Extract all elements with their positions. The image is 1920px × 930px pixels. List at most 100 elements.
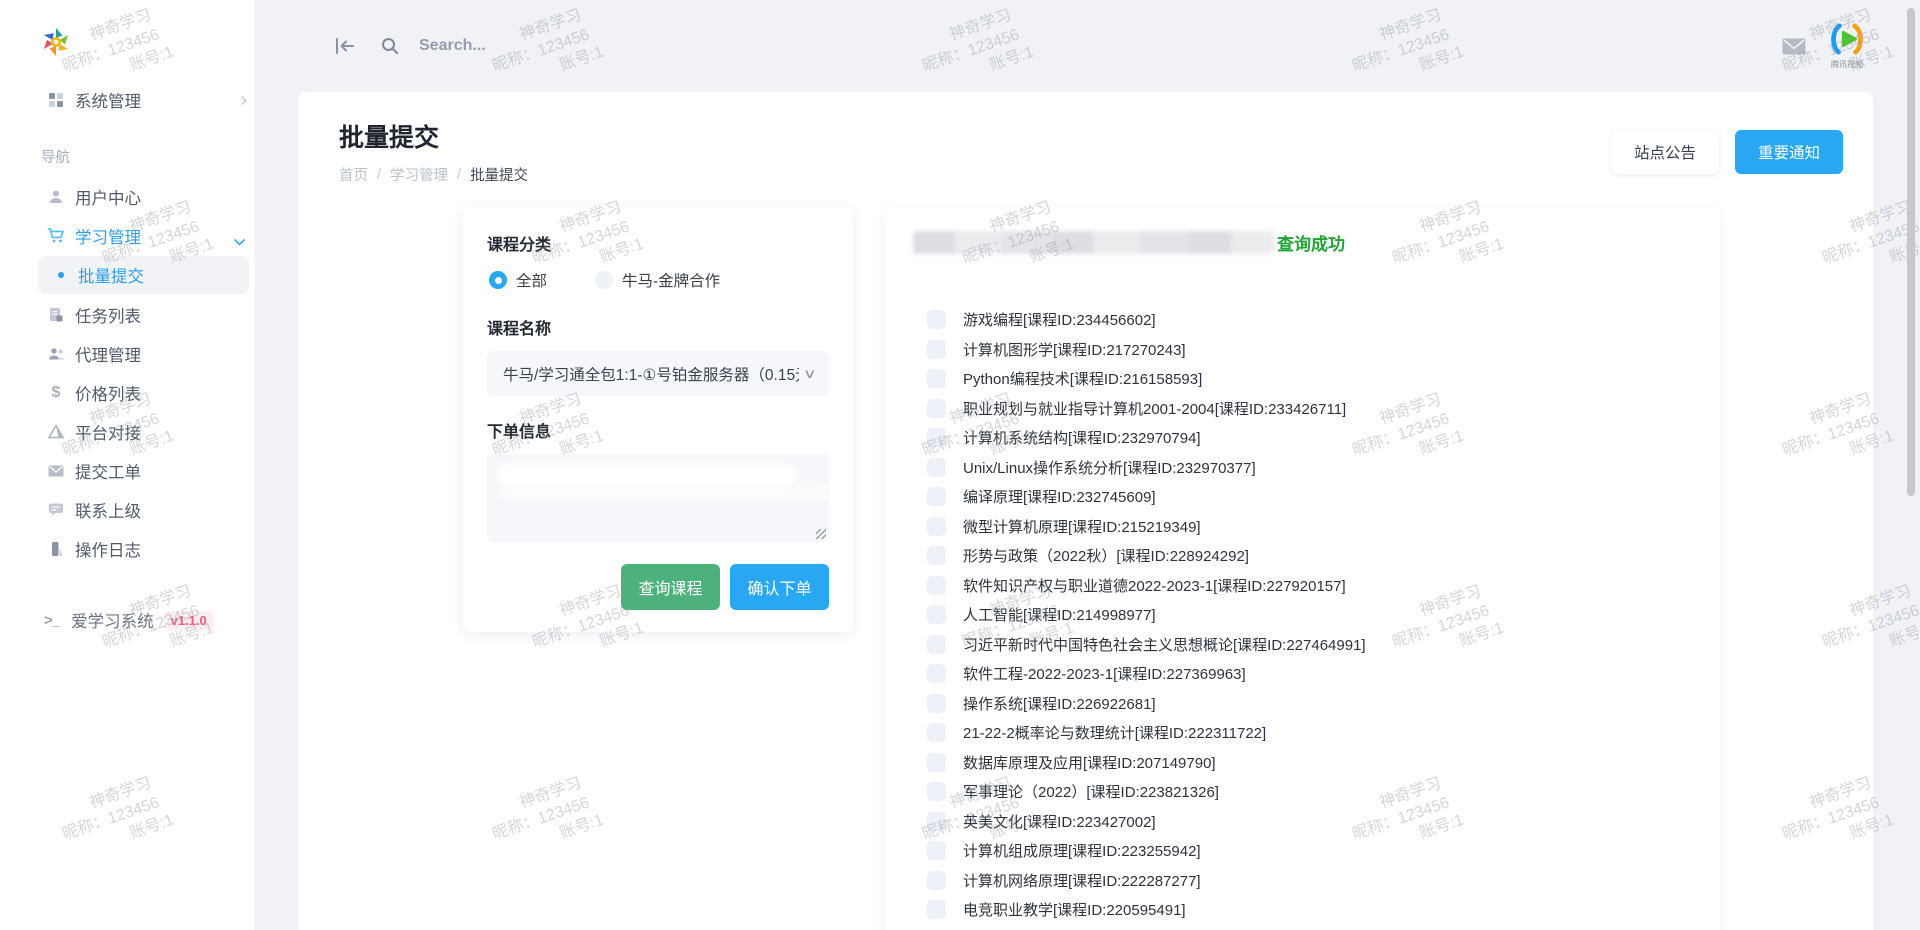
course-checkbox[interactable] <box>927 841 946 860</box>
course-checkbox[interactable] <box>927 487 946 506</box>
course-checkbox[interactable] <box>927 428 946 447</box>
radio-selected-icon <box>489 271 507 289</box>
sidebar-item-system-management[interactable]: 系统管理 › <box>0 80 255 120</box>
dollar-icon: $ <box>46 384 66 402</box>
course-label: 英美文化[课程ID:223427002] <box>963 811 1156 832</box>
course-checkbox[interactable] <box>927 635 946 654</box>
course-checkbox[interactable] <box>927 723 946 742</box>
query-courses-button[interactable]: 查询课程 <box>621 564 720 610</box>
course-checkbox[interactable] <box>927 605 946 624</box>
course-label: 编译原理[课程ID:232745609] <box>963 486 1156 507</box>
query-results-panel: 查询成功 游戏编程[课程ID:234456602] 计算机图形学[课程ID:21… <box>885 207 1720 930</box>
course-checkbox[interactable] <box>927 753 946 772</box>
tasks-icon <box>46 307 66 323</box>
breadcrumb-home[interactable]: 首页 <box>339 164 368 185</box>
sidebar-item-price-list[interactable]: $ 价格列表 <box>0 373 255 412</box>
vertical-scrollbar-thumb[interactable] <box>1907 8 1915 496</box>
sidebar-item-submit-ticket[interactable]: 提交工单 <box>0 451 255 490</box>
chevron-right-icon: › <box>240 90 247 110</box>
course-label: 计算机图形学[课程ID:217270243] <box>963 339 1186 360</box>
course-row: 编译原理[课程ID:232745609] <box>927 482 1686 512</box>
redacted-content <box>497 463 797 487</box>
course-checkbox[interactable] <box>927 546 946 565</box>
radio-label: 全部 <box>516 269 547 291</box>
redacted-query-info <box>913 231 1275 254</box>
sidebar-item-task-list[interactable]: 任务列表 <box>0 295 255 334</box>
sidebar-item-label: 系统管理 <box>75 88 141 112</box>
course-checkbox[interactable] <box>927 517 946 536</box>
breadcrumb-section[interactable]: 学习管理 <box>390 164 448 185</box>
sidebar-item-contact-superior[interactable]: 联系上级 <box>0 490 255 529</box>
resize-handle[interactable] <box>816 529 826 539</box>
order-form-panel: 课程分类 全部 牛马-金牌合作 课程名称 牛马/学习通全包1:1-① <box>463 207 853 632</box>
topbar: 腾讯视频 <box>255 0 1920 92</box>
course-label: 计算机组成原理[课程ID:223255942] <box>963 840 1201 861</box>
course-checkbox[interactable] <box>927 458 946 477</box>
tencent-video-icon <box>1830 23 1864 60</box>
category-label: 课程分类 <box>487 231 829 255</box>
course-row: 软件知识产权与职业道德2022-2023-1[课程ID:227920157] <box>927 571 1686 601</box>
radio-option-gold-partner[interactable]: 牛马-金牌合作 <box>595 269 720 291</box>
course-label: 习近平新时代中国特色社会主义思想概论[课程ID:227464991] <box>963 634 1366 655</box>
sidebar-item-platform-integration[interactable]: 平台对接 <box>0 412 255 451</box>
tencent-video-link[interactable]: 腾讯视频 <box>1830 23 1864 70</box>
course-row: 形势与政策（2022秋）[课程ID:228924292] <box>927 541 1686 571</box>
sidebar: 系统管理 › 导航 用户中心 <box>0 0 255 930</box>
course-checkbox[interactable] <box>927 399 946 418</box>
course-row: 计算机组成原理[课程ID:223255942] <box>927 836 1686 866</box>
redacted-content <box>501 486 829 500</box>
course-label: 军事理论（2022）[课程ID:223821326] <box>963 781 1219 802</box>
category-radio-group: 全部 牛马-金牌合作 <box>489 269 829 291</box>
site-announcement-button[interactable]: 站点公告 <box>1611 130 1719 174</box>
order-info-label: 下单信息 <box>487 418 829 442</box>
mail-icon[interactable] <box>1782 38 1806 55</box>
sidebar-item-label: 任务列表 <box>75 303 141 327</box>
cart-icon <box>46 227 66 244</box>
content-card: 批量提交 首页 / 学习管理 / 批量提交 站点公告 重要通知 <box>298 92 1873 930</box>
bullet-dot-icon <box>58 272 64 278</box>
course-checkbox[interactable] <box>927 576 946 595</box>
app-logo[interactable] <box>0 0 255 62</box>
form-buttons: 查询课程 确认下单 <box>487 564 829 610</box>
course-checkbox[interactable] <box>927 782 946 801</box>
sidebar-item-agent-management[interactable]: 代理管理 <box>0 334 255 373</box>
search-icon <box>381 37 399 55</box>
course-checkbox[interactable] <box>927 310 946 329</box>
user-icon <box>46 189 66 205</box>
course-label: Unix/Linux操作系统分析[课程ID:232970377] <box>963 457 1256 478</box>
course-checkbox[interactable] <box>927 340 946 359</box>
course-row: 计算机网络原理[课程ID:222287277] <box>927 866 1686 896</box>
course-select[interactable]: 牛马/学习通全包1:1-①号铂金服务器（0.15元 ∨ <box>487 351 829 396</box>
sidebar-item-user-center[interactable]: 用户中心 <box>0 177 255 216</box>
nav-section-label: 导航 <box>41 146 255 167</box>
course-label: 软件工程-2022-2023-1[课程ID:227369963] <box>963 663 1246 684</box>
collapse-sidebar-button[interactable] <box>335 38 355 54</box>
tencent-video-label: 腾讯视频 <box>1831 58 1863 69</box>
course-checkbox[interactable] <box>927 369 946 388</box>
sidebar-item-label: 代理管理 <box>75 342 141 366</box>
important-notice-button[interactable]: 重要通知 <box>1735 130 1843 174</box>
sidebar-item-label: 用户中心 <box>75 185 141 209</box>
chevron-down-icon: ∨ <box>804 366 817 382</box>
sidebar-item-label: 操作日志 <box>75 537 141 561</box>
course-row: 习近平新时代中国特色社会主义思想概论[课程ID:227464991] <box>927 630 1686 660</box>
sidebar-item-operation-logs[interactable]: 操作日志 <box>0 529 255 568</box>
course-row: 操作系统[课程ID:226922681] <box>927 689 1686 719</box>
course-label: 微型计算机原理[课程ID:215219349] <box>963 516 1201 537</box>
query-status-text: 查询成功 <box>1277 230 1345 255</box>
app-root: 系统管理 › 导航 用户中心 <box>0 0 1920 930</box>
confirm-order-button[interactable]: 确认下单 <box>730 564 829 610</box>
course-checkbox[interactable] <box>927 900 946 919</box>
course-checkbox[interactable] <box>927 812 946 831</box>
course-label: 操作系统[课程ID:226922681] <box>963 693 1156 714</box>
order-info-textarea[interactable] <box>487 454 829 542</box>
course-label: 电竞职业教学[课程ID:220595491] <box>963 899 1186 920</box>
course-checkbox[interactable] <box>927 871 946 890</box>
course-checkbox[interactable] <box>927 664 946 683</box>
search-input[interactable] <box>419 37 739 55</box>
course-checkbox[interactable] <box>927 694 946 713</box>
radio-option-all[interactable]: 全部 <box>489 269 547 291</box>
app-system-name: 爱学习系统 <box>71 608 154 632</box>
sidebar-item-batch-submit[interactable]: 批量提交 <box>38 256 249 294</box>
sidebar-item-learning-management[interactable]: 学习管理 <box>0 216 255 255</box>
